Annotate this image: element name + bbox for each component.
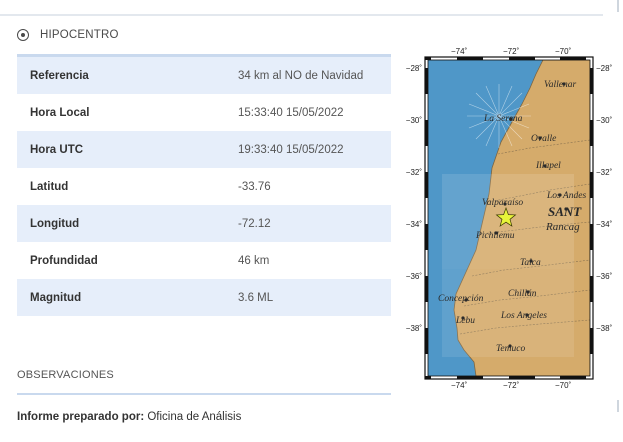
lon-label: −72˚ [503,381,520,390]
latitude-labels-right: −28˚ −30˚ −32˚ −34˚ −36˚ −38˚ [596,64,613,333]
lat-label: −34˚ [596,220,613,229]
place-label: SANT [548,204,582,219]
row-value: 46 km [238,254,270,267]
lat-label: −30˚ [406,116,423,125]
table-row: Latitud -33.76 [17,168,391,205]
top-divider [0,14,603,16]
place-label: Rancag [545,221,580,233]
lat-label: −30˚ [596,116,613,125]
section-title: HIPOCENTRO [40,29,119,41]
place-label: Los Angeles [500,311,547,321]
lat-label: −38˚ [406,324,423,333]
lon-label: −74˚ [451,381,468,390]
row-label: Latitud [30,180,69,193]
row-label: Referencia [30,69,89,82]
target-icon [17,29,29,41]
report-line: Informe preparado por: Oficina de Anális… [17,411,241,423]
latitude-labels-left: −28˚ −30˚ −32˚ −34˚ −36˚ −38˚ [406,64,423,333]
place-label: Chillán [508,289,537,299]
row-label: Longitud [30,217,80,230]
place-label: Ovalle [531,134,556,144]
lat-label: −38˚ [596,324,613,333]
place-label: Los Andes [546,191,586,201]
row-value: 15:33:40 15/05/2022 [238,106,344,119]
lat-label: −32˚ [406,168,423,177]
lat-label: −28˚ [596,64,613,73]
table-row: Profundidad 46 km [17,242,391,279]
lat-label: −36˚ [406,272,423,281]
lat-label: −28˚ [406,64,423,73]
place-label: Talca [520,258,541,268]
table-row: Hora UTC 19:33:40 15/05/2022 [17,131,391,168]
report-value: Oficina de Análisis [147,411,242,423]
longitude-labels-bottom: −74˚ −72˚ −70˚ [451,381,572,390]
place-label: Vallenar [544,80,576,90]
lon-label: −72˚ [503,47,520,56]
lon-label: −70˚ [555,47,572,56]
table-row: Hora Local 15:33:40 15/05/2022 [17,94,391,131]
row-value: 19:33:40 15/05/2022 [238,143,344,156]
longitude-labels-top: −74˚ −72˚ −70˚ [451,47,572,56]
place-label: Illapel [535,161,561,171]
row-value: -72.12 [238,217,271,230]
map-svg: −74˚ −72˚ −70˚ −74˚ −72˚ −70˚ −28˚ −30˚ … [406,47,613,390]
lat-label: −34˚ [406,220,423,229]
row-value: 3.6 ML [238,291,274,304]
place-label: Pichilemu [475,231,515,241]
scroll-edge-marker [617,400,619,412]
row-value: 34 km al NO de Navidad [238,69,364,82]
lon-label: −74˚ [451,47,468,56]
row-label: Profundidad [30,254,98,267]
hypocenter-table: Referencia 34 km al NO de Navidad Hora L… [17,54,391,316]
table-row: Referencia 34 km al NO de Navidad [17,57,391,94]
lat-label: −36˚ [596,272,613,281]
table-row: Longitud -72.12 [17,205,391,242]
place-label: Concepción [438,294,484,304]
observations-divider [17,393,391,395]
hipocentro-header: HIPOCENTRO [17,29,119,41]
observations-title: OBSERVACIONES [17,369,114,381]
row-label: Magnitud [30,291,82,304]
row-value: -33.76 [238,180,271,193]
row-label: Hora Local [30,106,90,119]
lat-label: −32˚ [596,168,613,177]
epicenter-map[interactable]: −74˚ −72˚ −70˚ −74˚ −72˚ −70˚ −28˚ −30˚ … [400,44,615,392]
place-label: Temuco [496,344,525,354]
table-row: Magnitud 3.6 ML [17,279,391,316]
report-label: Informe preparado por: [17,411,145,423]
scroll-edge-marker [617,0,619,12]
place-label: Lebu [455,316,475,326]
row-label: Hora UTC [30,143,84,156]
place-label: La Serena [483,114,523,124]
lon-label: −70˚ [555,381,572,390]
place-label: Valparaíso [482,198,523,208]
